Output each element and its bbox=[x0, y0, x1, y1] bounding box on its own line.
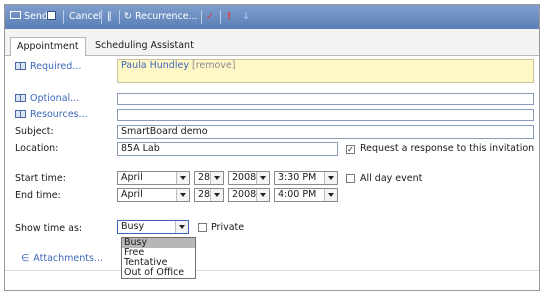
private-checkbox[interactable] bbox=[198, 223, 207, 232]
chevron-down-icon bbox=[175, 221, 188, 233]
tab-bar: Appointment Scheduling Assistant bbox=[5, 29, 539, 56]
divider bbox=[5, 270, 539, 271]
toolbar-divider bbox=[119, 10, 120, 24]
address-book-icon bbox=[15, 110, 26, 118]
chevron-down-icon bbox=[324, 172, 337, 184]
optional-attendees-field[interactable] bbox=[117, 93, 534, 105]
start-day-select[interactable]: 28 bbox=[194, 171, 224, 185]
private-label: Private bbox=[211, 222, 245, 233]
start-time-select[interactable]: 3:30 PM bbox=[274, 171, 338, 185]
attachments-button[interactable]: ∈ Attachments... bbox=[21, 253, 103, 264]
resources-field[interactable] bbox=[117, 109, 534, 121]
show-time-as-dropdown: Busy Free Tentative Out of Office bbox=[121, 237, 196, 279]
toolbar-divider bbox=[63, 10, 64, 24]
optional-attendees-button[interactable]: Optional... bbox=[15, 93, 79, 104]
envelope-icon bbox=[10, 11, 21, 19]
start-time-label: Start time: bbox=[15, 173, 66, 184]
start-year-select[interactable]: 2008 bbox=[228, 171, 270, 185]
show-time-as-label: Show time as: bbox=[15, 223, 83, 234]
option-out-of-office[interactable]: Out of Office bbox=[122, 268, 195, 278]
paperclip-icon: ∈ bbox=[21, 253, 30, 264]
save-icon[interactable] bbox=[47, 9, 56, 25]
request-response-checkbox[interactable]: ✓ bbox=[346, 145, 355, 154]
end-time-select[interactable]: 4:00 PM bbox=[274, 188, 338, 202]
start-month-select[interactable]: April bbox=[117, 171, 190, 185]
low-importance-icon[interactable]: ↓ bbox=[242, 9, 250, 25]
chevron-down-icon bbox=[176, 172, 189, 184]
tab-scheduling-assistant[interactable]: Scheduling Assistant bbox=[89, 37, 200, 55]
all-day-label: All day event bbox=[360, 173, 423, 184]
spellcheck-icon[interactable]: ✓ bbox=[206, 9, 214, 25]
all-day-checkbox[interactable] bbox=[346, 174, 355, 183]
high-importance-icon[interactable]: ! bbox=[227, 9, 231, 25]
show-time-as-select[interactable]: Busy bbox=[117, 220, 189, 234]
end-time-label: End time: bbox=[15, 190, 61, 201]
request-response-label: Request a response to this invitation bbox=[360, 143, 535, 154]
cancel-button[interactable]: Cancel bbox=[69, 9, 101, 25]
resources-button[interactable]: Resources... bbox=[15, 109, 88, 120]
attach-icon[interactable]: ‖ bbox=[107, 9, 112, 25]
end-month-select[interactable]: April bbox=[117, 188, 190, 202]
location-field[interactable]: 85A Lab bbox=[117, 142, 338, 156]
chevron-down-icon bbox=[256, 172, 269, 184]
chevron-down-icon bbox=[256, 189, 269, 201]
subject-field[interactable]: SmartBoard demo bbox=[117, 125, 534, 139]
chevron-down-icon bbox=[324, 189, 337, 201]
tab-appointment[interactable]: Appointment bbox=[10, 37, 86, 56]
location-label: Location: bbox=[15, 143, 59, 154]
address-book-icon bbox=[15, 94, 26, 102]
appointment-window: Send Cancel ‖ ↻ Recurrence... ✓ ! ↓ Appo… bbox=[4, 4, 540, 291]
toolbar: Send Cancel ‖ ↻ Recurrence... ✓ ! ↓ bbox=[5, 5, 539, 30]
end-day-select[interactable]: 28 bbox=[194, 188, 224, 202]
subject-label: Subject: bbox=[15, 126, 54, 137]
chevron-down-icon bbox=[210, 189, 223, 201]
recurrence-icon: ↻ bbox=[124, 11, 132, 22]
toolbar-divider bbox=[220, 10, 221, 24]
recurrence-button[interactable]: ↻ Recurrence... bbox=[124, 9, 198, 25]
required-attendees-button[interactable]: Required... bbox=[15, 61, 81, 72]
toolbar-divider bbox=[101, 10, 102, 24]
required-attendees-field[interactable]: Paula Hundley [remove] bbox=[117, 59, 534, 83]
end-year-select[interactable]: 2008 bbox=[228, 188, 270, 202]
chevron-down-icon bbox=[176, 189, 189, 201]
send-button[interactable]: Send bbox=[10, 9, 48, 25]
attendee-name: Paula Hundley bbox=[121, 60, 189, 71]
chevron-down-icon bbox=[210, 172, 223, 184]
remove-link[interactable]: [remove] bbox=[192, 60, 236, 71]
toolbar-divider bbox=[201, 10, 202, 24]
address-book-icon bbox=[15, 62, 26, 70]
